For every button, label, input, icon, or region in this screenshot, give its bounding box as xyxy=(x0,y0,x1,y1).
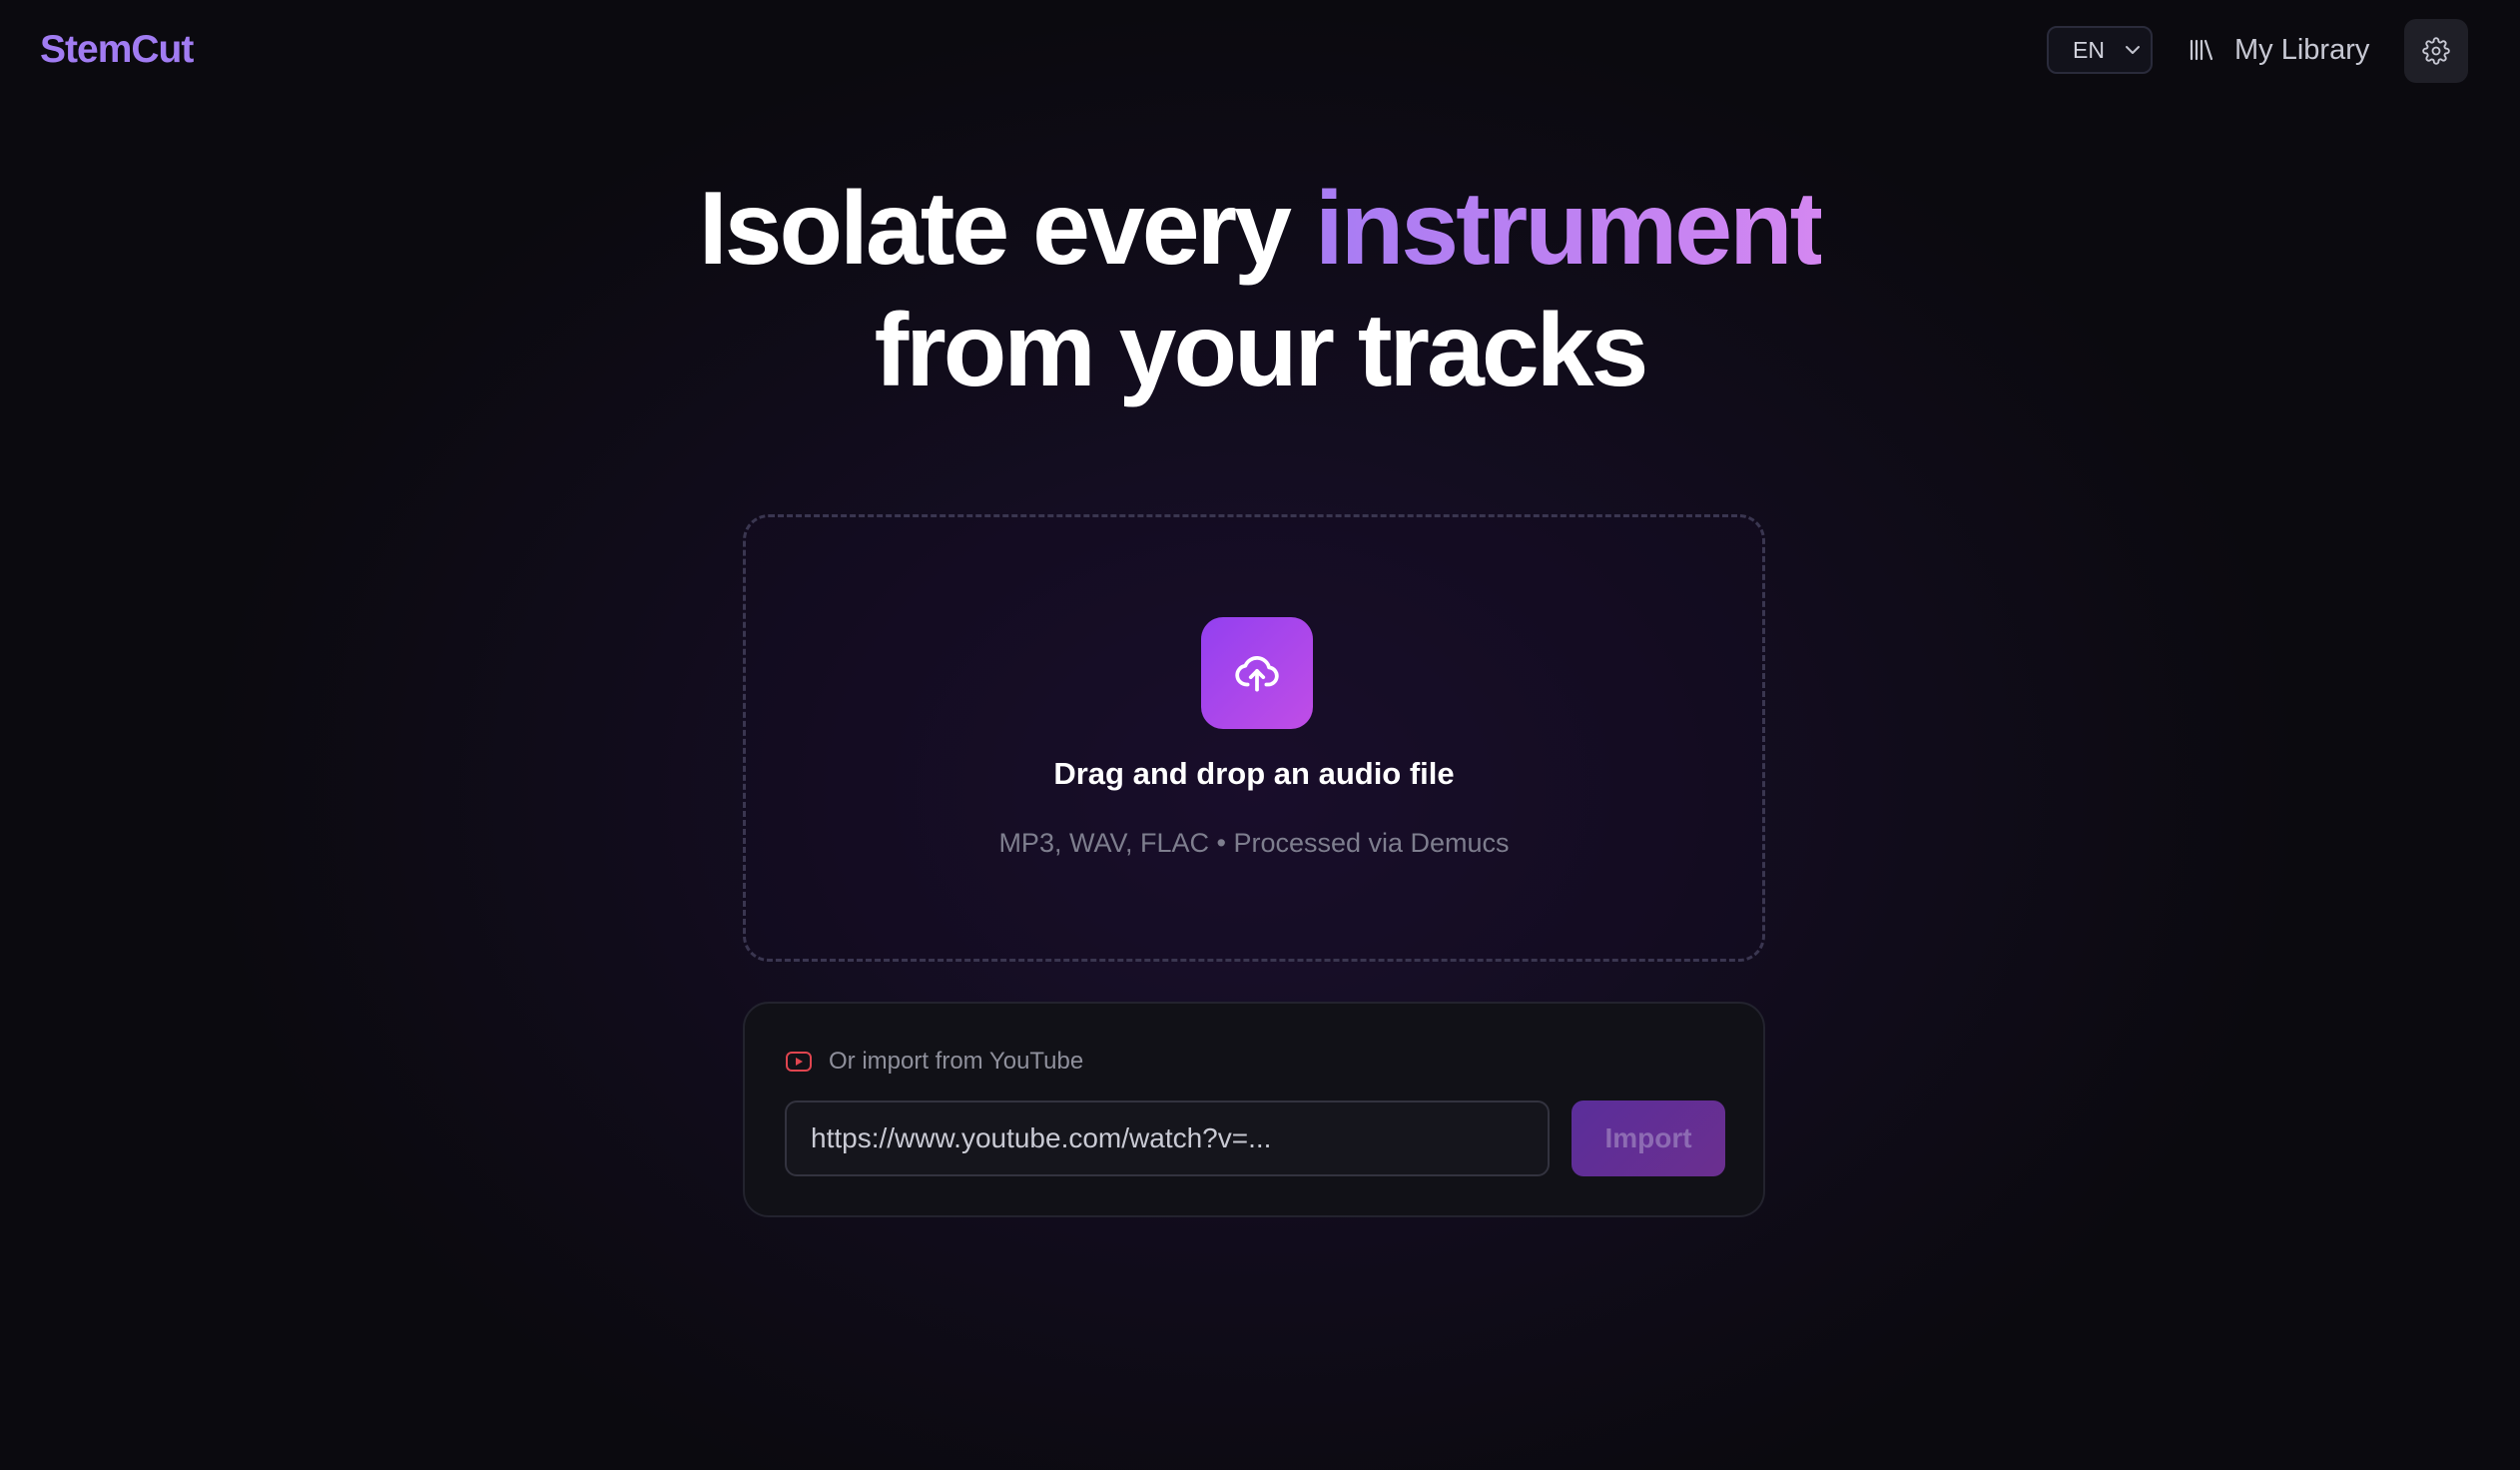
my-library-button[interactable]: My Library xyxy=(2187,26,2369,74)
youtube-import-label: Or import from YouTube xyxy=(785,1048,1083,1076)
language-value: EN xyxy=(2073,36,2105,63)
brand-logo[interactable]: StemCut xyxy=(40,28,194,72)
dropzone-title: Drag and drop an audio file xyxy=(1053,756,1455,791)
youtube-import-card: Or import from YouTube Import xyxy=(743,1002,1765,1217)
gear-icon xyxy=(2422,37,2450,65)
upload-tile[interactable] xyxy=(1201,617,1313,729)
chevron-down-icon xyxy=(2125,46,2140,54)
youtube-url-input[interactable] xyxy=(785,1101,1550,1176)
library-icon xyxy=(2190,39,2213,61)
language-select[interactable]: EN xyxy=(2047,26,2153,74)
hero-line1-accent: instrument xyxy=(1314,171,1824,287)
hero-line2: from your tracks xyxy=(874,293,1649,408)
youtube-icon xyxy=(786,1052,812,1072)
hero-line1-prefix: Isolate every xyxy=(698,171,1315,287)
audio-dropzone[interactable]: Drag and drop an audio file MP3, WAV, FL… xyxy=(743,514,1765,962)
cloud-upload-icon xyxy=(1235,656,1279,692)
import-button[interactable]: Import xyxy=(1572,1101,1725,1176)
my-library-label: My Library xyxy=(2234,33,2370,66)
hero-heading: Isolate every instrument from your track… xyxy=(0,168,2520,411)
settings-button[interactable] xyxy=(2404,19,2468,83)
youtube-import-text: Or import from YouTube xyxy=(829,1048,1084,1075)
dropzone-subtitle: MP3, WAV, FLAC • Processed via Demucs xyxy=(998,828,1510,858)
